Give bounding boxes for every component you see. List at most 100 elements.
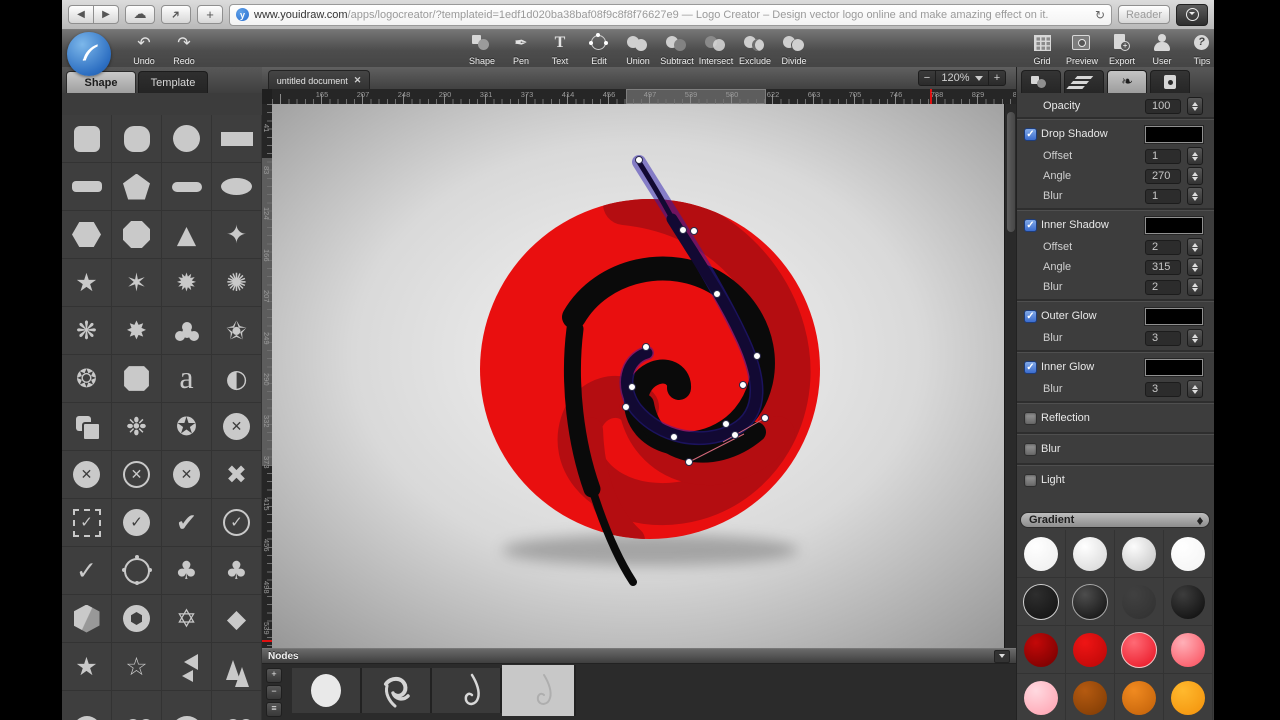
shape-trefoil[interactable] <box>162 307 212 355</box>
inner-shadow-angle-value[interactable]: 315 <box>1145 260 1181 275</box>
tab-layers[interactable] <box>1064 70 1104 93</box>
tool-exclude-button[interactable]: Exclude <box>733 33 777 66</box>
node-thumbnail-circle[interactable] <box>292 668 362 713</box>
zoom-level-dropdown[interactable]: 120% <box>935 70 989 86</box>
tool-divide-button[interactable]: Divide <box>772 33 816 66</box>
shape-hexagon[interactable] <box>62 211 112 259</box>
shape-triangles-left[interactable] <box>162 643 212 691</box>
shape-check-in-circle[interactable] <box>112 499 162 547</box>
shape-burst-8[interactable]: ✹ <box>162 259 212 307</box>
reload-icon[interactable]: ↻ <box>1095 8 1105 22</box>
gradient-swatch-10[interactable] <box>1073 633 1107 667</box>
tool-subtract-button[interactable]: Subtract <box>655 33 699 66</box>
gradient-swatch-3[interactable] <box>1122 537 1156 571</box>
shape-octagon[interactable] <box>112 211 162 259</box>
drop-shadow-offset-stepper[interactable] <box>1187 147 1203 165</box>
shape-letter-a[interactable]: a <box>162 355 212 403</box>
node-thumbnail-swirl[interactable] <box>362 668 432 713</box>
drop-shadow-angle-stepper[interactable] <box>1187 167 1203 185</box>
gradient-swatch-16[interactable] <box>1171 681 1205 715</box>
gradient-dropdown[interactable]: Gradient <box>1020 512 1210 528</box>
toolbar-redo-button[interactable]: ↷Redo <box>162 33 206 66</box>
gradient-swatch-1[interactable] <box>1024 537 1058 571</box>
gradient-dropdown-stepper[interactable] <box>1195 515 1205 526</box>
path-node[interactable] <box>723 421 730 428</box>
path-node[interactable] <box>714 291 721 298</box>
shape-x-in-circle-2[interactable] <box>62 451 112 499</box>
tab-template[interactable]: Template <box>138 71 208 93</box>
browser-back-button[interactable]: ◀ <box>68 5 94 24</box>
shape-rounded-square-soft[interactable] <box>112 115 162 163</box>
shape-star-filled[interactable]: ★ <box>62 643 112 691</box>
node-thumbnail-selected[interactable] <box>502 665 576 716</box>
action-preview-button[interactable]: Preview <box>1060 33 1104 66</box>
path-node[interactable] <box>691 228 698 235</box>
browser-forward-button[interactable]: ▶ <box>93 5 119 24</box>
reader-button[interactable]: Reader <box>1118 5 1170 24</box>
outer-glow-color-swatch[interactable] <box>1145 308 1203 325</box>
shape-check[interactable]: ✓ <box>62 547 112 595</box>
action-export-button[interactable]: Export <box>1100 33 1144 66</box>
drop-shadow-angle-value[interactable]: 270 <box>1145 169 1181 184</box>
drop-shadow-color-swatch[interactable] <box>1145 126 1203 143</box>
path-node[interactable] <box>754 353 761 360</box>
shape-x-in-circle-3[interactable] <box>162 451 212 499</box>
shape-bold-x[interactable]: ✖ <box>212 451 262 499</box>
drop-shadow-blur-value[interactable]: 1 <box>1145 189 1181 204</box>
node-thumbnail-hook[interactable] <box>432 668 502 713</box>
address-bar[interactable]: y www.youidraw.com/apps/logocreator/?tem… <box>229 4 1112 26</box>
shape-gear-burst[interactable]: ✸ <box>112 307 162 355</box>
tab-shape[interactable]: Shape <box>66 71 136 93</box>
gradient-swatch-13[interactable] <box>1024 681 1058 715</box>
gradient-swatch-11[interactable] <box>1121 632 1157 668</box>
path-node[interactable] <box>680 227 687 234</box>
scrollbar-thumb[interactable] <box>1007 112 1015 232</box>
browser-action-button[interactable] <box>1176 4 1208 26</box>
path-node[interactable] <box>740 382 747 389</box>
opacity-value[interactable]: 100 <box>1145 99 1181 114</box>
shape-check-in-ring[interactable] <box>212 499 262 547</box>
remove-node-button[interactable]: − <box>266 685 282 700</box>
shape-rounded-star[interactable]: ✬ <box>212 307 262 355</box>
action-tips-button[interactable]: Tips <box>1180 33 1214 66</box>
inner-shadow-blur-value[interactable]: 2 <box>1145 280 1181 295</box>
gradient-swatch-12[interactable] <box>1171 633 1205 667</box>
shape-check-dashed-box[interactable] <box>62 499 112 547</box>
shape-four-point-star[interactable]: ✦ <box>212 211 262 259</box>
icloud-button[interactable]: ☁ <box>125 5 155 24</box>
tool-intersect-button[interactable]: Intersect <box>694 33 738 66</box>
path-node[interactable] <box>671 434 678 441</box>
gradient-swatch-9[interactable] <box>1024 633 1058 667</box>
inner-shadow-offset-stepper[interactable] <box>1187 238 1203 256</box>
light-checkbox[interactable] <box>1024 474 1037 487</box>
shape-burst-12[interactable]: ✺ <box>212 259 262 307</box>
shape-bold-check[interactable]: ✔ <box>162 499 212 547</box>
shape-dome-dots[interactable] <box>62 691 112 720</box>
nodes-collapse-button[interactable] <box>994 650 1010 663</box>
shape-triangle[interactable]: ▲ <box>162 211 212 259</box>
path-node[interactable] <box>643 344 650 351</box>
shape-sunburst[interactable]: ❂ <box>62 355 112 403</box>
shape-club[interactable]: ♣ <box>162 547 212 595</box>
shape-star-outline[interactable]: ☆ <box>112 643 162 691</box>
close-tab-icon[interactable]: ✕ <box>354 75 362 86</box>
tab-save[interactable] <box>1150 70 1190 93</box>
shape-sheriff-star[interactable]: ❉ <box>112 403 162 451</box>
gradient-swatch-14[interactable] <box>1073 681 1107 715</box>
add-node-button[interactable]: + <box>266 668 282 683</box>
drop-shadow-checkbox[interactable]: ✓ <box>1024 128 1037 141</box>
toolbar-undo-button[interactable]: ↶Undo <box>122 33 166 66</box>
shape-rectangle[interactable] <box>212 115 262 163</box>
node-layers-button[interactable]: ≡ <box>266 702 282 717</box>
tool-edit-button[interactable]: Edit <box>577 33 621 66</box>
outer-glow-checkbox[interactable]: ✓ <box>1024 310 1037 323</box>
path-node[interactable] <box>762 415 769 422</box>
path-node[interactable] <box>629 384 636 391</box>
tab-shape-props[interactable] <box>1021 70 1061 93</box>
shape-star-of-david[interactable]: ✡ <box>162 595 212 643</box>
drop-shadow-offset-value[interactable]: 1 <box>1145 149 1181 164</box>
zoom-in-button[interactable]: + <box>988 70 1006 86</box>
outer-glow-blur-value[interactable]: 3 <box>1145 331 1181 346</box>
path-node[interactable] <box>686 459 693 466</box>
gradient-swatch-5[interactable] <box>1023 584 1059 620</box>
